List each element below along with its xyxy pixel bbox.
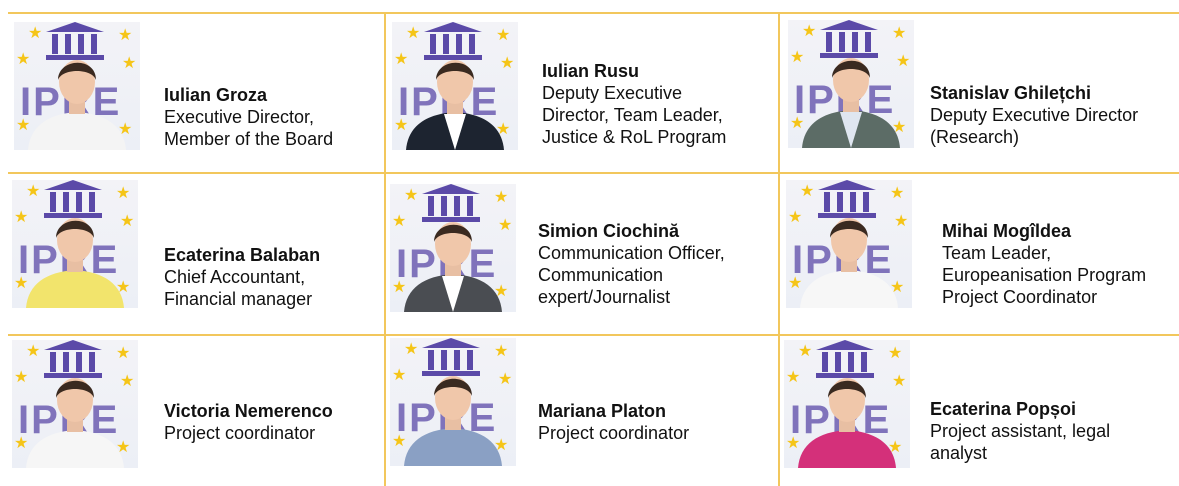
staff-name: Ecaterina Balaban xyxy=(164,245,321,265)
person-portrait xyxy=(28,60,126,150)
team-grid: ★★★★★★IPRE Iulian GrozaExecutive Director… xyxy=(8,12,1179,486)
staff-role-line: expert/Journalist xyxy=(538,287,671,307)
team-card: ★★★★★★IPRE Mariana PlatonProject coordina… xyxy=(384,334,778,486)
staff-role-line: Financial manager xyxy=(164,289,313,309)
staff-name: Mihai Mogîldea xyxy=(942,221,1072,241)
staff-role-line: Deputy Executive Director xyxy=(930,105,1139,125)
staff-info: Iulian Rusu Deputy Executive Director, Tea… xyxy=(542,60,726,148)
person-portrait xyxy=(802,58,900,148)
staff-role-line: analyst xyxy=(930,443,988,463)
staff-name: Simion Ciochină xyxy=(538,221,680,241)
staff-info: Iulian Groza Executive Director, Member of… xyxy=(164,84,333,150)
staff-role-line: Deputy Executive xyxy=(542,83,683,103)
team-card: ★★★★★★IPRE Victoria NemerencoProject coor… xyxy=(8,334,384,486)
staff-photo: ★★★★★★IPRE xyxy=(784,340,910,468)
staff-role-line: (Research) xyxy=(930,127,1020,147)
team-card: ★★★★★★IPRE Iulian RusuDeputy ExecutiveDir… xyxy=(384,12,778,172)
person-portrait xyxy=(798,378,896,468)
staff-info: Mariana Platon Project coordinator xyxy=(538,400,689,444)
staff-name: Iulian Groza xyxy=(164,85,268,105)
team-card: ★★★★★★IPRESimion CiochinăCommunication O… xyxy=(384,172,778,334)
staff-role-line: Project Coordinator xyxy=(942,287,1098,307)
person-portrait xyxy=(26,378,124,468)
team-card: ★★★★★★IPRE Ecaterina PopșoiProject assist… xyxy=(778,334,1179,486)
staff-photo: ★★★★★★IPRE xyxy=(788,20,914,148)
person-portrait xyxy=(26,218,124,308)
team-card: ★★★★★★IPREStanislav GhilețchiDeputy Exec… xyxy=(778,12,1179,172)
team-card: ★★★★★★IPRE Iulian GrozaExecutive Director… xyxy=(8,12,384,172)
staff-role-line: Executive Director, xyxy=(164,107,315,127)
staff-name: Stanislav Ghilețchi xyxy=(930,83,1092,103)
person-portrait xyxy=(406,60,504,150)
staff-photo: ★★★★★★IPRE xyxy=(390,338,516,466)
person-portrait xyxy=(404,376,502,466)
person-portrait xyxy=(800,218,898,308)
staff-role-line: Project coordinator xyxy=(164,423,316,443)
staff-photo: ★★★★★★IPRE xyxy=(12,340,138,468)
person-portrait xyxy=(404,222,502,312)
staff-info: Simion Ciochină Communication Officer, Com… xyxy=(538,220,725,308)
staff-info: Ecaterina Balaban Chief Accountant, Financ… xyxy=(164,244,320,310)
staff-photo: ★★★★★★IPRE xyxy=(14,22,140,150)
staff-name: Ecaterina Popșoi xyxy=(930,399,1077,419)
staff-name: Victoria Nemerenco xyxy=(164,401,333,421)
staff-role-line: Member of the Board xyxy=(164,129,334,149)
staff-role-line: Chief Accountant, xyxy=(164,267,306,287)
staff-name: Iulian Rusu xyxy=(542,61,640,81)
staff-photo: ★★★★★★IPRE xyxy=(12,180,138,308)
staff-role-line: Project assistant, legal xyxy=(930,421,1111,441)
staff-role-line: Director, Team Leader, xyxy=(542,105,723,125)
staff-role-line: Team Leader, xyxy=(942,243,1052,263)
staff-photo: ★★★★★★IPRE xyxy=(786,180,912,308)
staff-role-line: Communication xyxy=(538,265,664,285)
staff-photo: ★★★★★★IPRE xyxy=(390,184,516,312)
staff-role-line: Project coordinator xyxy=(538,423,690,443)
staff-role-line: Justice & RoL Program xyxy=(542,127,727,147)
staff-info: Mihai Mogîldea Team Leader, Europeanisatio… xyxy=(942,220,1146,308)
team-card: ★★★★★★IPRE Ecaterina BalabanChief Account… xyxy=(8,172,384,334)
staff-role-line: Europeanisation Program xyxy=(942,265,1147,285)
staff-info: Victoria Nemerenco Project coordinator xyxy=(164,400,333,444)
team-card: ★★★★★★IPRE Mihai MogîldeaTeam Leader,Euro… xyxy=(778,172,1179,334)
staff-info: Stanislav Ghilețchi Deputy Executive Dire… xyxy=(930,82,1138,148)
staff-role-line: Communication Officer, xyxy=(538,243,725,263)
staff-name: Mariana Platon xyxy=(538,401,667,421)
staff-photo: ★★★★★★IPRE xyxy=(392,22,518,150)
staff-info: Ecaterina Popșoi Project assistant, legal… xyxy=(930,398,1110,464)
